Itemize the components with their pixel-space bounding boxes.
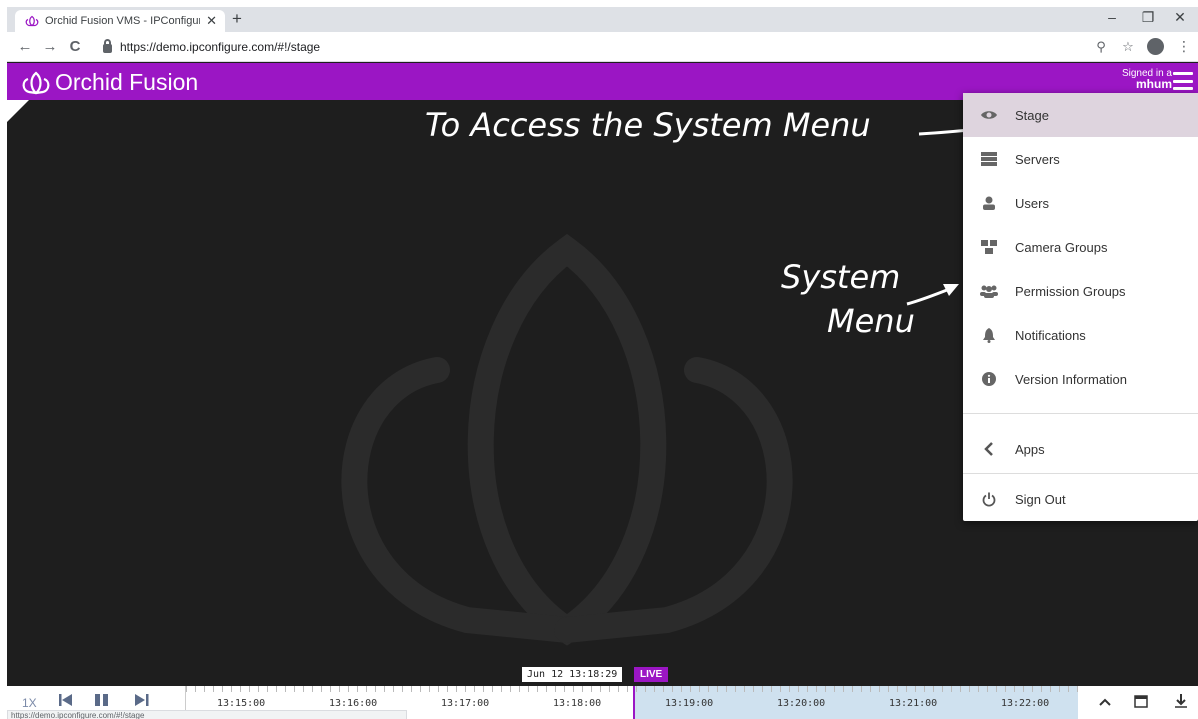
tab-strip: Orchid Fusion VMS - IPConfigure ✕ + – ❐ … xyxy=(7,7,1198,32)
menu-item-notifications[interactable]: Notifications xyxy=(963,313,1198,357)
annotation-access-menu: To Access the System Menu xyxy=(425,106,871,144)
minimize-button[interactable]: – xyxy=(1099,9,1125,25)
download-icon[interactable] xyxy=(1175,694,1187,711)
back-button[interactable]: ← xyxy=(15,38,35,55)
timeline-tick-label: 13:22:00 xyxy=(1001,698,1050,709)
user-icon xyxy=(979,196,999,210)
info-icon xyxy=(979,372,999,386)
timeline-tick-label: 13:18:00 xyxy=(553,698,602,709)
reload-button[interactable]: C xyxy=(65,38,85,55)
menu-divider xyxy=(963,413,1198,414)
browser-tab[interactable]: Orchid Fusion VMS - IPConfigure ✕ xyxy=(15,10,225,32)
calendar-icon[interactable] xyxy=(1134,694,1148,711)
menu-item-permission-groups[interactable]: Permission Groups xyxy=(963,269,1198,313)
menu-item-camera-groups[interactable]: Camera Groups xyxy=(963,225,1198,269)
timeline-tick-label: 13:16:00 xyxy=(329,698,378,709)
browser-window: Orchid Fusion VMS - IPConfigure ✕ + – ❐ … xyxy=(7,7,1198,719)
users-icon xyxy=(979,284,999,298)
menu-item-sign-out[interactable]: Sign Out xyxy=(963,477,1198,521)
new-tab-button[interactable]: + xyxy=(232,9,242,29)
url-text: https://demo.ipconfigure.com/#!/stage xyxy=(120,40,321,54)
menu-divider xyxy=(963,473,1198,474)
tab-title: Orchid Fusion VMS - IPConfigure xyxy=(45,15,201,27)
chevron-left-icon xyxy=(979,442,999,456)
orchid-watermark-icon xyxy=(341,233,793,646)
menu-label: Stage xyxy=(1015,107,1049,123)
close-window-button[interactable]: ✕ xyxy=(1167,9,1193,26)
menu-label: Servers xyxy=(1015,151,1060,167)
address-bar[interactable]: https://demo.ipconfigure.com/#!/stage xyxy=(99,36,1159,58)
timeline-tick-label: 13:17:00 xyxy=(441,698,490,709)
username: mhum xyxy=(1136,77,1172,91)
timeline-ticks xyxy=(186,686,1078,692)
brand[interactable]: Orchid Fusion xyxy=(21,69,198,96)
menu-item-users[interactable]: Users xyxy=(963,181,1198,225)
profile-avatar-icon[interactable] xyxy=(1147,38,1164,55)
menu-label: Notifications xyxy=(1015,327,1086,343)
annotation-system-line2: Menu xyxy=(827,302,915,340)
server-icon xyxy=(979,152,999,166)
pause-icon[interactable] xyxy=(95,694,109,709)
star-icon[interactable]: ☆ xyxy=(1119,39,1137,55)
forward-button[interactable]: → xyxy=(40,38,60,55)
browser-toolbar: ← → C https://demo.ipconfigure.com/#!/st… xyxy=(7,32,1198,62)
system-menu: Stage Servers Users Camera Groups Permis… xyxy=(963,93,1198,521)
menu-label: Camera Groups xyxy=(1015,239,1108,255)
skip-forward-icon[interactable] xyxy=(135,694,149,709)
annotation-system-line1: System xyxy=(781,258,901,296)
lock-icon xyxy=(103,39,112,53)
hamburger-menu-icon[interactable] xyxy=(1173,72,1193,90)
stage-corner-marker xyxy=(7,100,29,122)
orchid-logo-icon xyxy=(22,71,50,94)
camera-group-icon xyxy=(979,240,999,254)
timeline-tick-label: 13:20:00 xyxy=(777,698,826,709)
timeline-current-time: Jun 12 13:18:29 xyxy=(522,667,623,682)
menu-label: Permission Groups xyxy=(1015,283,1126,299)
menu-label: Apps xyxy=(1015,441,1045,457)
bell-icon xyxy=(979,327,999,343)
more-options-icon[interactable]: ⋮ xyxy=(1177,38,1191,55)
menu-label: Users xyxy=(1015,195,1049,211)
timeline-tick-label: 13:21:00 xyxy=(889,698,938,709)
tab-close-icon[interactable]: ✕ xyxy=(206,13,217,29)
menu-item-version-information[interactable]: Version Information xyxy=(963,357,1198,401)
menu-label: Sign Out xyxy=(1015,491,1066,507)
menu-item-servers[interactable]: Servers xyxy=(963,137,1198,181)
power-icon xyxy=(979,492,999,507)
playback-speed[interactable]: 1X xyxy=(22,696,37,710)
chevron-up-icon[interactable] xyxy=(1099,694,1111,710)
brand-name: Orchid Fusion xyxy=(55,69,199,95)
zoom-icon[interactable]: ⚲ xyxy=(1092,39,1110,55)
menu-label: Version Information xyxy=(1015,371,1128,387)
restore-button[interactable]: ❐ xyxy=(1135,9,1161,26)
skip-back-icon[interactable] xyxy=(59,694,73,709)
orchid-favicon-icon xyxy=(25,15,39,27)
status-url-tooltip: https://demo.ipconfigure.com/#!/stage xyxy=(7,710,407,719)
menu-item-stage[interactable]: Stage xyxy=(963,93,1198,137)
live-badge[interactable]: LIVE xyxy=(634,667,669,682)
timeline-tick-label: 13:15:00 xyxy=(217,698,266,709)
timeline-tick-label: 13:19:00 xyxy=(665,698,714,709)
menu-item-apps[interactable]: Apps xyxy=(963,427,1198,471)
signed-in-indicator: Signed in a mhum xyxy=(1082,68,1172,90)
eye-icon xyxy=(979,109,999,121)
